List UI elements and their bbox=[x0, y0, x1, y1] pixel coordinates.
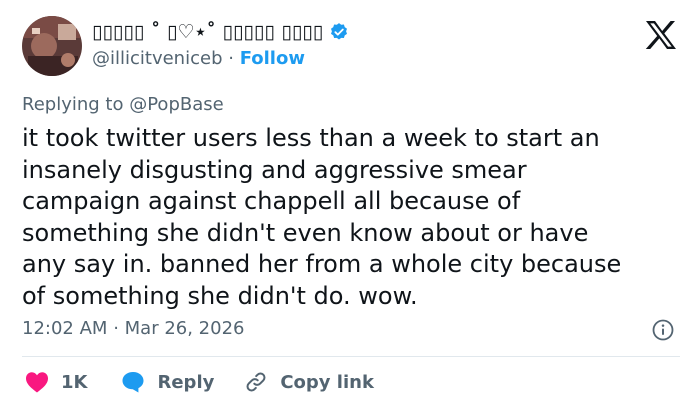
tweet-text-line: it took twitter users less than a week t… bbox=[22, 124, 600, 152]
separator: · bbox=[113, 318, 119, 339]
tweet-time: 12:02 AM bbox=[22, 318, 108, 339]
x-logo-icon[interactable] bbox=[645, 20, 677, 50]
tweet-text-line: any say in. banned her from a whole city… bbox=[22, 250, 622, 278]
separator: · bbox=[228, 48, 234, 69]
tweet-text: it took twitter users less than a week t… bbox=[22, 123, 682, 312]
replying-to: Replying to @PopBase bbox=[22, 94, 224, 115]
reply-label: Reply bbox=[157, 371, 215, 393]
heart-icon bbox=[26, 372, 48, 393]
tweet-date: Mar 26, 2026 bbox=[124, 318, 245, 339]
info-icon[interactable] bbox=[652, 319, 674, 341]
reply-button[interactable]: Reply bbox=[121, 371, 214, 393]
author-handle-row: @illicitveniceb · Follow bbox=[92, 48, 305, 69]
author-handle[interactable]: @illicitveniceb bbox=[92, 48, 223, 69]
reply-bubble-icon bbox=[122, 372, 144, 393]
author-display-name[interactable]: ▯▯▯▯▯ ˚ ▯♡⋆˚ ▯▯▯▯▯ ▯▯▯▯ bbox=[92, 21, 323, 43]
copy-link-button[interactable]: Copy link bbox=[244, 370, 374, 394]
avatar[interactable] bbox=[22, 16, 82, 76]
tweet-text-line: insanely disgusting and aggressive smear bbox=[22, 155, 527, 184]
like-count: 1K bbox=[61, 371, 88, 393]
action-bar: 1K Reply Copy link bbox=[25, 370, 374, 394]
copy-link-label: Copy link bbox=[280, 371, 374, 393]
reply-mention-link[interactable]: @PopBase bbox=[129, 94, 223, 115]
tweet-timestamp[interactable]: 12:02 AM · Mar 26, 2026 bbox=[22, 318, 245, 339]
author-name-row[interactable]: ▯▯▯▯▯ ˚ ▯♡⋆˚ ▯▯▯▯▯ ▯▯▯▯ bbox=[92, 21, 349, 43]
like-button[interactable]: 1K bbox=[25, 371, 87, 393]
link-icon bbox=[246, 372, 266, 392]
verified-icon bbox=[331, 23, 348, 40]
tweet-text-line: of something she didn't do. wow. bbox=[22, 281, 418, 310]
divider bbox=[22, 356, 680, 357]
replying-to-label: Replying to bbox=[22, 94, 124, 115]
tweet-text-line: campaign against chappell all because of bbox=[22, 187, 521, 215]
tweet-card: ▯▯▯▯▯ ˚ ▯♡⋆˚ ▯▯▯▯▯ ▯▯▯▯ @illicitveniceb … bbox=[0, 0, 700, 410]
follow-button[interactable]: Follow bbox=[240, 48, 305, 69]
tweet-text-line: something she didn't even know about or … bbox=[22, 218, 589, 247]
